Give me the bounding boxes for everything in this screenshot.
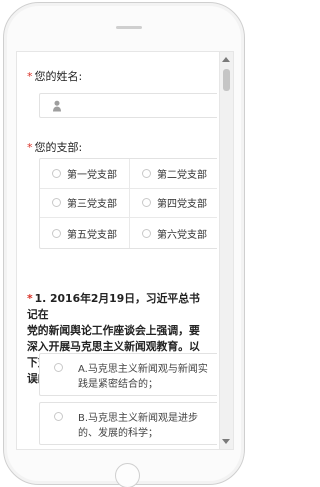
radio-button[interactable]	[142, 198, 151, 208]
required-mark: *	[27, 292, 33, 305]
radio-button[interactable]	[54, 412, 63, 421]
branch-option-4[interactable]: 第四党支部	[130, 189, 217, 219]
scroll-down-arrow-icon[interactable]	[222, 439, 230, 444]
user-icon	[52, 100, 62, 112]
option-b-label: B.马克思主义新闻观是进步 的、发展的科学；	[78, 413, 199, 439]
radio-button[interactable]	[142, 168, 151, 178]
radio-button[interactable]	[52, 228, 61, 238]
branch-option-label: 第三党支部	[67, 199, 117, 211]
name-label-row: * 您的姓名:	[27, 70, 82, 84]
question-1-option-a[interactable]: A.马克思主义新闻观与新闻实 践是紧密结合的；	[39, 353, 217, 396]
branch-label: 您的支部:	[34, 141, 83, 154]
option-a-label: A.马克思主义新闻观与新闻实 践是紧密结合的；	[78, 364, 208, 390]
radio-button[interactable]	[54, 363, 63, 372]
branch-option-3[interactable]: 第三党支部	[40, 188, 130, 219]
branch-option-1[interactable]: 第一党支部	[40, 159, 130, 189]
radio-button[interactable]	[52, 198, 61, 208]
question-1-option-b[interactable]: B.马克思主义新闻观是进步 的、发展的科学；	[39, 402, 217, 445]
scroll-up-arrow-icon[interactable]	[222, 57, 230, 62]
radio-button[interactable]	[142, 228, 151, 238]
required-mark: *	[27, 141, 33, 154]
scroll-thumb[interactable]	[223, 69, 230, 91]
branch-option-label: 第六党支部	[157, 229, 207, 241]
branch-option-label: 第二党支部	[157, 169, 207, 181]
branch-option-5[interactable]: 第五党支部	[40, 218, 130, 248]
branch-option-label: 第四党支部	[157, 199, 207, 211]
phone-screen: * 您的姓名: * 您的支部: 第一党支部 第二党支部 第三党支部 第四党支部 …	[16, 51, 234, 450]
phone-mockup: * 您的姓名: * 您的支部: 第一党支部 第二党支部 第三党支部 第四党支部 …	[0, 0, 250, 487]
branch-label-row: * 您的支部:	[27, 141, 82, 155]
branch-option-2[interactable]: 第二党支部	[130, 159, 217, 189]
branch-options-grid: 第一党支部 第二党支部 第三党支部 第四党支部 第五党支部 第六党支部	[39, 158, 217, 249]
speaker-slot	[116, 26, 142, 29]
branch-option-label: 第五党支部	[67, 229, 117, 241]
required-mark: *	[27, 70, 33, 83]
branch-option-label: 第一党支部	[67, 169, 117, 181]
name-label: 您的姓名:	[34, 70, 83, 83]
branch-option-6[interactable]: 第六党支部	[130, 218, 217, 248]
form-content: * 您的姓名: * 您的支部: 第一党支部 第二党支部 第三党支部 第四党支部 …	[17, 52, 217, 449]
vertical-scrollbar[interactable]	[219, 52, 233, 449]
name-input[interactable]	[39, 93, 217, 118]
home-button[interactable]	[115, 463, 140, 487]
radio-button[interactable]	[52, 168, 61, 178]
